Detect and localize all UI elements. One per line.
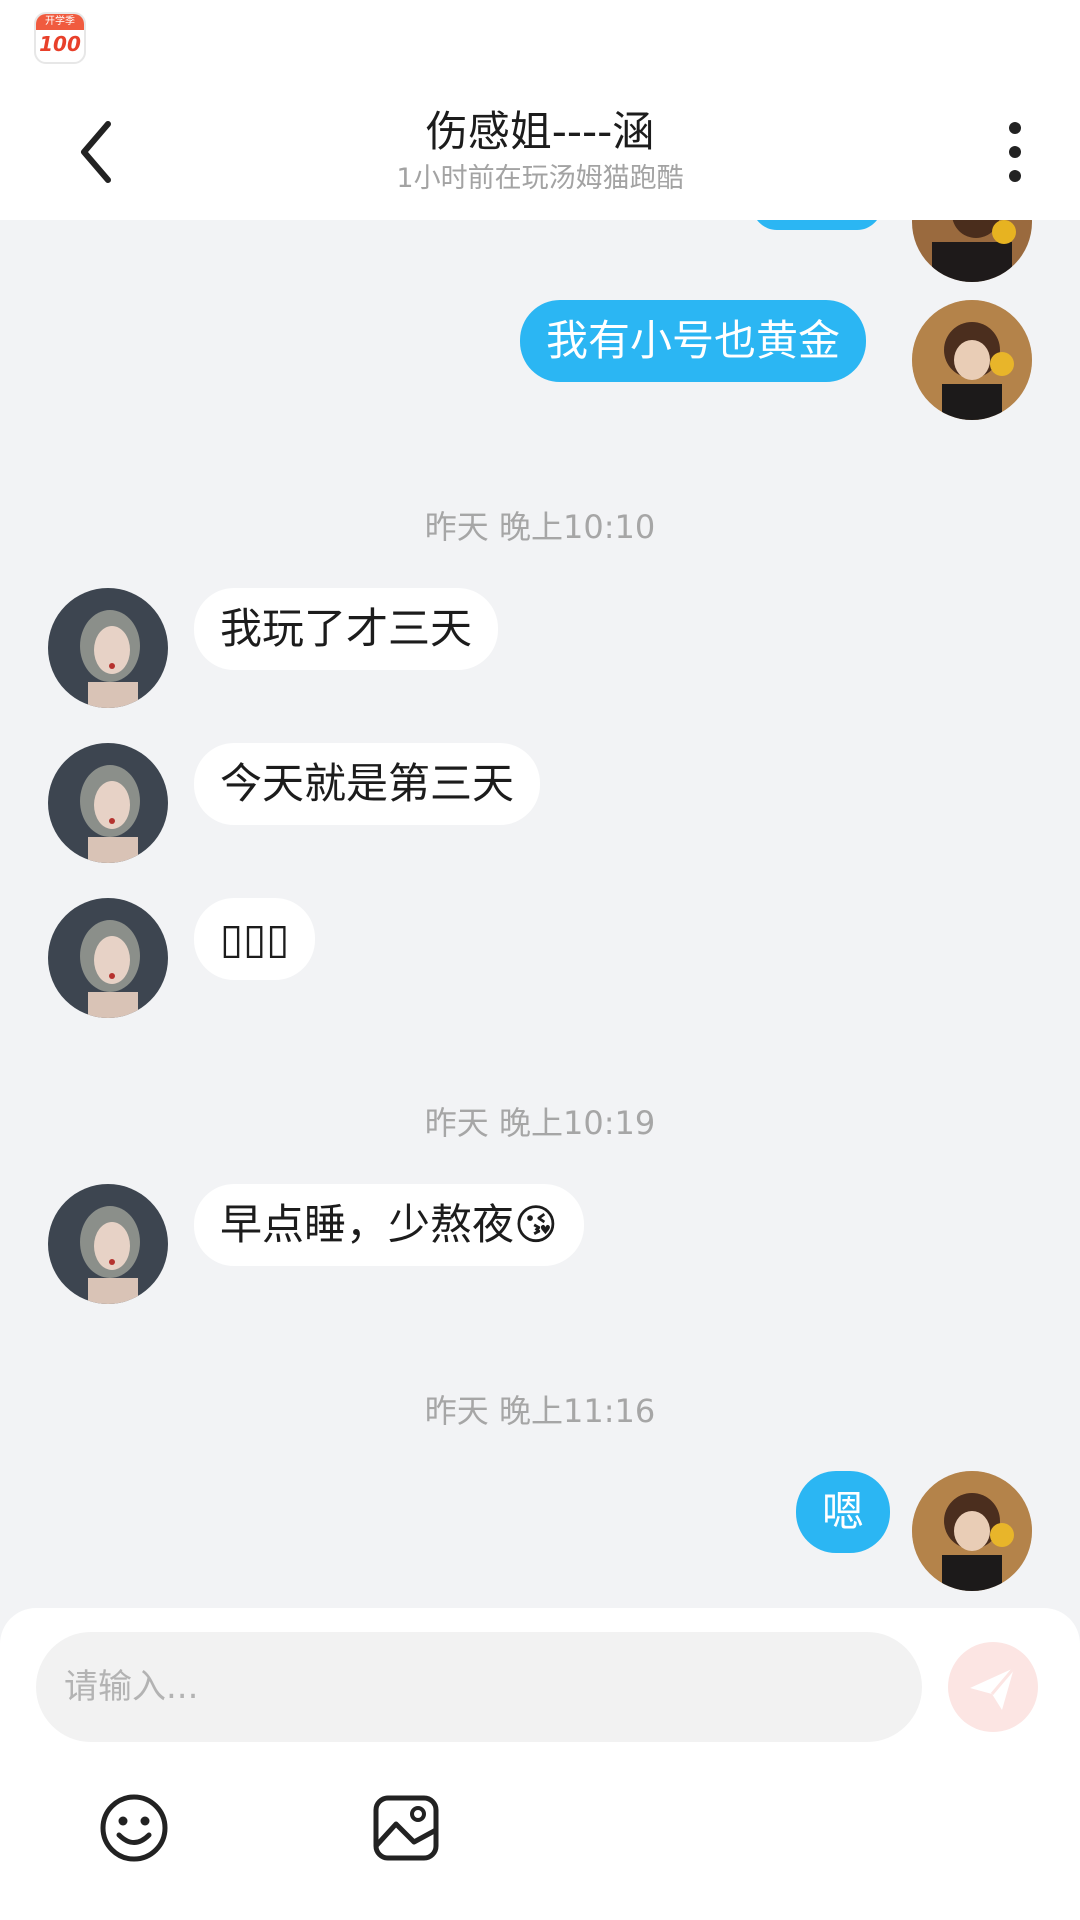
timestamp: 昨天 晚上10:10 bbox=[424, 508, 656, 546]
message-bubble-theirs[interactable]: 我玩了才三天 bbox=[194, 588, 499, 670]
app-logo: 开学季 100 bbox=[34, 12, 86, 64]
chat-area[interactable]: 我有小号也黄金 昨天 晚上10:10 我玩了才三天 今天就是第三天 ▯▯▯ 昨天… bbox=[0, 220, 1080, 1610]
contact-avatar[interactable] bbox=[48, 588, 168, 708]
message-bubble-theirs[interactable]: 今天就是第三天 bbox=[194, 743, 541, 825]
message-bubble-mine-partial[interactable] bbox=[752, 220, 882, 230]
message-bubble-mine[interactable]: 嗯 bbox=[796, 1471, 891, 1553]
more-button[interactable] bbox=[990, 116, 1040, 188]
contact-name: 伤感姐----涵 bbox=[425, 107, 655, 156]
status-bar: 开学季 100 bbox=[0, 0, 1080, 92]
contact-avatar[interactable] bbox=[48, 743, 168, 863]
input-panel bbox=[0, 1608, 1080, 1920]
contact-status: 1小时前在玩汤姆猫跑酷 bbox=[396, 163, 684, 194]
contact-avatar[interactable] bbox=[48, 898, 168, 1018]
my-avatar[interactable] bbox=[912, 300, 1032, 420]
my-avatar[interactable] bbox=[912, 1471, 1032, 1591]
message-input[interactable] bbox=[36, 1632, 922, 1742]
chat-header: 伤感姐----涵 1小时前在玩汤姆猫跑酷 bbox=[0, 92, 1080, 220]
app-logo-label: 开学季 bbox=[36, 14, 84, 30]
back-button[interactable] bbox=[70, 112, 130, 192]
chevron-left-icon bbox=[81, 121, 111, 183]
send-icon bbox=[970, 1667, 1016, 1710]
app-logo-number: 100 bbox=[39, 32, 81, 56]
more-vertical-icon bbox=[1009, 122, 1021, 182]
message-bubble-theirs[interactable]: 早点睡，少熬夜😘 bbox=[194, 1184, 584, 1266]
timestamp: 昨天 晚上11:16 bbox=[424, 1392, 656, 1430]
image-icon bbox=[373, 1795, 439, 1861]
send-button[interactable] bbox=[948, 1642, 1038, 1732]
image-button[interactable] bbox=[370, 1792, 442, 1864]
message-bubble-theirs[interactable]: ▯▯▯ bbox=[194, 898, 316, 980]
message-bubble-mine[interactable]: 我有小号也黄金 bbox=[520, 300, 867, 382]
smile-icon bbox=[100, 1794, 168, 1862]
my-avatar-partial[interactable] bbox=[912, 220, 1032, 282]
contact-avatar[interactable] bbox=[48, 1184, 168, 1304]
timestamp: 昨天 晚上10:19 bbox=[424, 1104, 656, 1142]
emoji-button[interactable] bbox=[98, 1792, 170, 1864]
